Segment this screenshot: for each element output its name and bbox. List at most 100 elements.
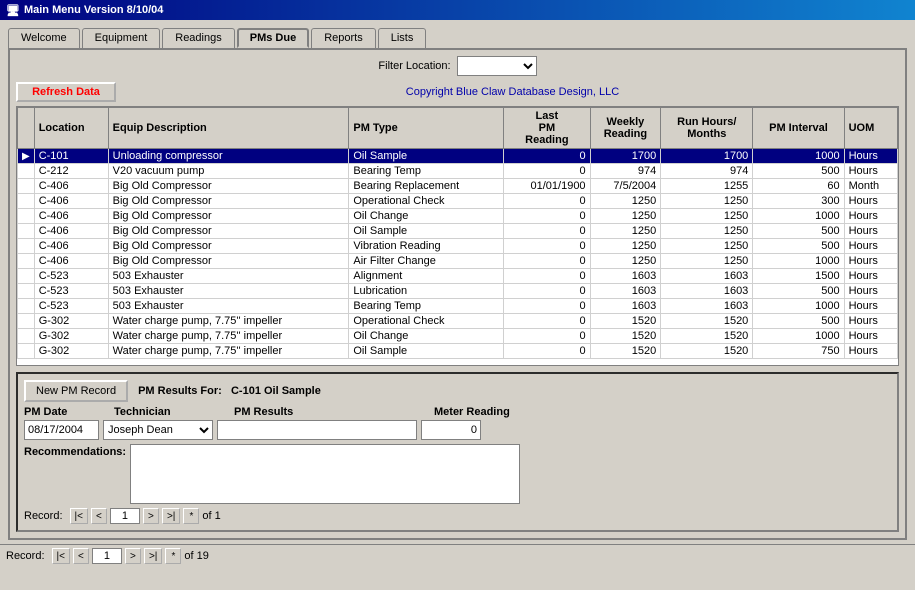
row-pm-interval: 1500 bbox=[753, 269, 844, 284]
row-pm-type: Oil Sample bbox=[349, 149, 504, 164]
row-arrow bbox=[18, 254, 35, 269]
row-arrow bbox=[18, 164, 35, 179]
col-location: Location bbox=[34, 108, 108, 149]
row-uom: Hours bbox=[844, 194, 897, 209]
table-row[interactable]: G-302 Water charge pump, 7.75'' impeller… bbox=[18, 329, 898, 344]
outer-nav-label: Record: bbox=[6, 550, 45, 562]
filter-location-select[interactable] bbox=[457, 56, 537, 76]
tab-lists[interactable]: Lists bbox=[378, 28, 427, 48]
tab-readings[interactable]: Readings bbox=[162, 28, 234, 48]
toolbar-row: Refresh Data Copyright Blue Claw Databas… bbox=[16, 82, 899, 102]
row-last-pm: 0 bbox=[504, 239, 590, 254]
outer-nav-new[interactable]: * bbox=[165, 548, 181, 564]
col-weekly: WeeklyReading bbox=[590, 108, 661, 149]
table-row[interactable]: C-406 Big Old Compressor Bearing Replace… bbox=[18, 179, 898, 194]
table-row[interactable]: C-406 Big Old Compressor Operational Che… bbox=[18, 194, 898, 209]
table-row[interactable]: C-406 Big Old Compressor Air Filter Chan… bbox=[18, 254, 898, 269]
outer-nav-next[interactable]: > bbox=[125, 548, 141, 564]
tab-reports[interactable]: Reports bbox=[311, 28, 376, 48]
table-row[interactable]: G-302 Water charge pump, 7.75'' impeller… bbox=[18, 344, 898, 359]
row-last-pm: 0 bbox=[504, 164, 590, 179]
pm-nav-next[interactable]: > bbox=[143, 508, 159, 524]
table-row[interactable]: C-406 Big Old Compressor Oil Change 0 12… bbox=[18, 209, 898, 224]
pm-recommendations-row: Recommendations: bbox=[24, 444, 891, 504]
row-equip-desc: 503 Exhauster bbox=[108, 299, 349, 314]
table-row[interactable]: C-523 503 Exhauster Alignment 0 1603 160… bbox=[18, 269, 898, 284]
row-last-pm: 0 bbox=[504, 209, 590, 224]
row-pm-type: Air Filter Change bbox=[349, 254, 504, 269]
row-equip-desc: V20 vacuum pump bbox=[108, 164, 349, 179]
pm-date-input[interactable] bbox=[24, 420, 99, 440]
row-pm-type: Oil Change bbox=[349, 209, 504, 224]
col-arrow bbox=[18, 108, 35, 149]
table-row[interactable]: ▶ C-101 Unloading compressor Oil Sample … bbox=[18, 149, 898, 164]
row-arrow bbox=[18, 314, 35, 329]
outer-nav-last[interactable]: >| bbox=[144, 548, 162, 564]
table-row[interactable]: C-523 503 Exhauster Bearing Temp 0 1603 … bbox=[18, 299, 898, 314]
pm-rec-label: Recommendations: bbox=[24, 444, 126, 458]
row-weekly: 1250 bbox=[590, 239, 661, 254]
table-row[interactable]: C-406 Big Old Compressor Vibration Readi… bbox=[18, 239, 898, 254]
pm-nav-prev[interactable]: < bbox=[91, 508, 107, 524]
table-row[interactable]: C-406 Big Old Compressor Oil Sample 0 12… bbox=[18, 224, 898, 239]
row-pm-interval: 1000 bbox=[753, 149, 844, 164]
row-weekly: 1520 bbox=[590, 329, 661, 344]
row-run-hours: 1700 bbox=[661, 149, 753, 164]
row-arrow bbox=[18, 344, 35, 359]
tab-pmsdue[interactable]: PMs Due bbox=[237, 28, 309, 48]
pm-nav-current[interactable] bbox=[110, 508, 140, 524]
row-run-hours: 1250 bbox=[661, 239, 753, 254]
outer-nav-first[interactable]: |< bbox=[52, 548, 70, 564]
row-location: C-523 bbox=[34, 269, 108, 284]
outer-nav-current[interactable] bbox=[92, 548, 122, 564]
row-pm-type: Bearing Replacement bbox=[349, 179, 504, 194]
filter-row: Filter Location: bbox=[16, 56, 899, 76]
row-pm-interval: 1000 bbox=[753, 254, 844, 269]
pm-section: New PM Record PM Results For: C-101 Oil … bbox=[16, 372, 899, 532]
row-run-hours: 1250 bbox=[661, 224, 753, 239]
row-uom: Hours bbox=[844, 314, 897, 329]
row-arrow bbox=[18, 239, 35, 254]
row-pm-interval: 500 bbox=[753, 284, 844, 299]
col-pm-type: PM Type bbox=[349, 108, 504, 149]
row-weekly: 1520 bbox=[590, 344, 661, 359]
pm-nav-last[interactable]: >| bbox=[162, 508, 180, 524]
row-uom: Hours bbox=[844, 224, 897, 239]
table-row[interactable]: C-212 V20 vacuum pump Bearing Temp 0 974… bbox=[18, 164, 898, 179]
pm-results-input[interactable] bbox=[217, 420, 417, 440]
row-location: G-302 bbox=[34, 344, 108, 359]
row-equip-desc: Big Old Compressor bbox=[108, 179, 349, 194]
table-row[interactable]: C-523 503 Exhauster Lubrication 0 1603 1… bbox=[18, 284, 898, 299]
row-location: C-406 bbox=[34, 224, 108, 239]
row-equip-desc: Big Old Compressor bbox=[108, 194, 349, 209]
new-record-button[interactable]: New PM Record bbox=[24, 380, 128, 402]
row-uom: Hours bbox=[844, 209, 897, 224]
outer-nav-prev[interactable]: < bbox=[73, 548, 89, 564]
row-location: C-523 bbox=[34, 284, 108, 299]
table-row[interactable]: G-302 Water charge pump, 7.75'' impeller… bbox=[18, 314, 898, 329]
row-arrow: ▶ bbox=[18, 149, 35, 164]
row-location: C-406 bbox=[34, 254, 108, 269]
row-equip-desc: Big Old Compressor bbox=[108, 239, 349, 254]
pm-rec-textarea[interactable] bbox=[130, 444, 520, 504]
pm-meter-input[interactable] bbox=[421, 420, 481, 440]
pm-tech-header: Technician bbox=[114, 406, 234, 418]
row-last-pm: 0 bbox=[504, 284, 590, 299]
data-grid-container[interactable]: Location Equip Description PM Type LastP… bbox=[16, 106, 899, 366]
row-arrow bbox=[18, 224, 35, 239]
refresh-button[interactable]: Refresh Data bbox=[16, 82, 116, 102]
pm-nav-first[interactable]: |< bbox=[70, 508, 88, 524]
col-uom: UOM bbox=[844, 108, 897, 149]
row-run-hours: 1603 bbox=[661, 269, 753, 284]
row-arrow bbox=[18, 284, 35, 299]
tab-welcome[interactable]: Welcome bbox=[8, 28, 80, 48]
pm-nav-new[interactable]: * bbox=[183, 508, 199, 524]
tab-equipment[interactable]: Equipment bbox=[82, 28, 161, 48]
row-last-pm: 0 bbox=[504, 314, 590, 329]
row-last-pm: 0 bbox=[504, 269, 590, 284]
pm-tech-select[interactable]: Joseph Dean bbox=[103, 420, 213, 440]
outer-nav-of: of 19 bbox=[184, 550, 208, 562]
filter-location-label: Filter Location: bbox=[378, 60, 450, 72]
row-pm-interval: 500 bbox=[753, 224, 844, 239]
copyright-text: Copyright Blue Claw Database Design, LLC bbox=[126, 86, 899, 98]
